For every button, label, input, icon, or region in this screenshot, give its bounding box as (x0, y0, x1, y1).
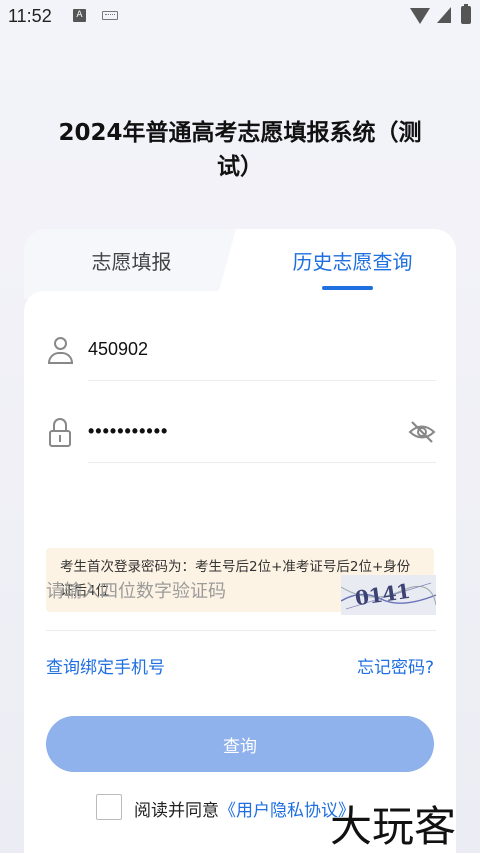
a-notification-icon: A (73, 9, 86, 22)
user-icon (46, 336, 76, 366)
login-card: 志愿填报 历史志愿查询 450902 ••••••••••• 考生首次登录密码为… (24, 229, 456, 853)
watermark-logo: 大玩客 (329, 795, 480, 852)
divider (88, 380, 436, 381)
captcha-field[interactable]: 请输入四位数字验证码 0141 (46, 559, 436, 631)
status-time: 11:52 (8, 6, 52, 26)
tab-volunteer-fill[interactable]: 志愿填报 (24, 229, 239, 291)
captcha-input[interactable]: 请输入四位数字验证码 (46, 577, 226, 603)
page-title-line2: 试） (217, 154, 263, 180)
page-title: 2024年普通高考志愿填报系统（测 试） (30, 116, 450, 184)
captcha-image[interactable]: 0141 (341, 575, 436, 615)
tab-label: 志愿填报 (91, 249, 172, 274)
page-title-line1: 2024年普通高考志愿填报系统（测 (58, 120, 422, 146)
divider (88, 462, 436, 463)
tab-history-query[interactable]: 历史志愿查询 (249, 229, 456, 291)
password-input[interactable]: ••••••••••• (88, 421, 168, 442)
username-field[interactable]: 450902 (46, 321, 436, 381)
tab-label: 历史志愿查询 (292, 249, 413, 274)
wifi-icon (410, 8, 430, 24)
divider (46, 630, 436, 631)
eye-off-icon[interactable] (408, 418, 436, 446)
submit-button[interactable]: 查询 (46, 716, 434, 772)
forgot-password-link[interactable]: 忘记密码? (357, 653, 434, 678)
agree-checkbox[interactable] (96, 794, 122, 820)
agreement-text: 阅读并同意《用户隐私协议》 (134, 796, 355, 821)
battery-icon (461, 4, 471, 24)
agree-label: 阅读并同意 (134, 801, 219, 821)
bind-phone-link[interactable]: 查询绑定手机号 (46, 653, 165, 678)
signal-icon (437, 7, 451, 23)
status-bar: 11:52 A (0, 0, 480, 34)
username-input[interactable]: 450902 (88, 339, 148, 360)
lock-icon (46, 418, 76, 448)
password-field[interactable]: ••••••••••• (46, 403, 436, 463)
keyboard-icon (102, 11, 118, 20)
watermark-text: 大玩客 (330, 802, 456, 850)
active-tab-indicator (322, 286, 373, 290)
